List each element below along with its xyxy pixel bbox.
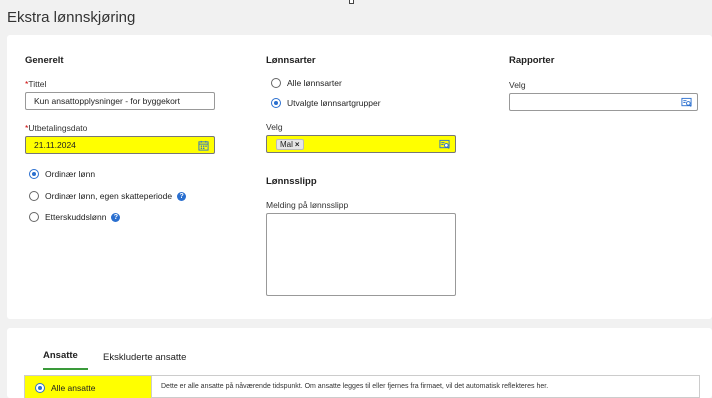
radio-button[interactable] (29, 212, 39, 222)
chip-remove-button[interactable]: × (295, 140, 300, 149)
tab-excluded-employees[interactable]: Ekskluderte ansatte (103, 352, 186, 363)
lookup-search-icon[interactable] (439, 139, 450, 150)
employees-info-text: Dette er alle ansatte på nåværende tidsp… (161, 383, 549, 390)
radio-arrears-pay[interactable]: Etterskuddslønn ? (29, 212, 121, 222)
employee-selection-row: Alle ansatte Dette er alle ansatte på nå… (24, 375, 700, 398)
wage-group-select[interactable]: Mal × (266, 135, 456, 153)
chip-label: Mal (280, 140, 293, 149)
radio-button[interactable] (29, 191, 39, 201)
reports-heading: Rapporter (509, 55, 555, 66)
calendar-icon[interactable] (198, 140, 209, 151)
date-label-text: Utbetalingsdato (28, 123, 88, 133)
active-tab-indicator (43, 368, 88, 370)
radio-button-selected[interactable] (35, 383, 45, 393)
help-icon[interactable]: ? (111, 212, 121, 222)
employee-selection-cell: Alle ansatte (25, 376, 152, 398)
radio-ordinary-pay-label: Ordinær lønn (45, 169, 96, 179)
employees-card: Ansatte Ekskluderte ansatte Alle ansatte… (7, 328, 712, 398)
payment-date-value: 21.11.2024 (34, 140, 76, 150)
radio-selected-wage-type-groups-label: Utvalgte lønnsartgrupper (287, 98, 381, 108)
radio-button-selected[interactable] (271, 98, 281, 108)
settings-card: Generelt *Tittel Kun ansattopplysninger … (7, 35, 712, 319)
radio-selected-wage-type-groups[interactable]: Utvalgte lønnsartgrupper (271, 98, 381, 108)
date-label: *Utbetalingsdato (25, 123, 87, 133)
selected-chip: Mal × (276, 139, 304, 150)
radio-button-selected[interactable] (29, 169, 39, 179)
payslip-heading: Lønnsslipp (266, 176, 317, 187)
radio-all-wage-types[interactable]: Alle lønnsarter (271, 78, 342, 88)
reports-select-label: Velg (509, 80, 526, 90)
payslip-message-label: Melding på lønnsslipp (266, 200, 349, 210)
lookup-search-icon[interactable] (681, 97, 692, 108)
payment-date-input[interactable]: 21.11.2024 (25, 136, 215, 154)
help-icon[interactable]: ? (177, 191, 187, 201)
payslip-message-textarea[interactable] (266, 213, 456, 296)
wage-group-select-label: Velg (266, 122, 283, 132)
radio-arrears-pay-label: Etterskuddslønn (45, 212, 107, 222)
title-label-text: Tittel (28, 79, 47, 89)
general-heading: Generelt (25, 55, 64, 66)
radio-all-employees[interactable]: Alle ansatte (35, 383, 95, 393)
title-label: *Tittel (25, 79, 46, 89)
page-title: Ekstra lønnskjøring (7, 9, 136, 26)
radio-ordinary-pay-own-tax-period[interactable]: Ordinær lønn, egen skatteperiode ? (29, 191, 187, 201)
title-input[interactable]: Kun ansattopplysninger - for byggekort (25, 92, 215, 110)
tab-employees[interactable]: Ansatte (43, 350, 78, 361)
radio-ordinary-pay[interactable]: Ordinær lønn (29, 169, 95, 179)
radio-button[interactable] (271, 78, 281, 88)
window-resize-handle[interactable] (349, 0, 354, 4)
radio-all-employees-label: Alle ansatte (51, 383, 96, 393)
radio-all-wage-types-label: Alle lønnsarter (287, 78, 342, 88)
radio-ordinary-pay-own-tax-period-label: Ordinær lønn, egen skatteperiode (45, 191, 173, 201)
wage-types-heading: Lønnsarter (266, 55, 316, 66)
reports-select[interactable] (509, 93, 698, 111)
